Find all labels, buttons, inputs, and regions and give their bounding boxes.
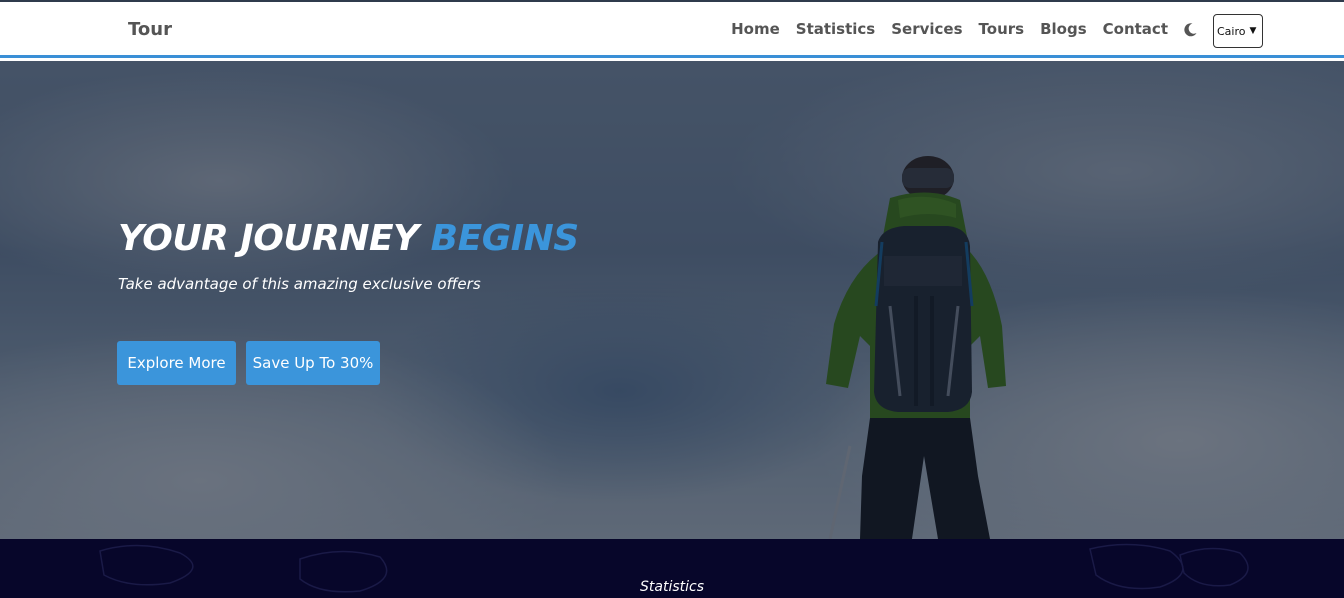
statistics-title: Statistics: [640, 579, 704, 595]
moon-icon[interactable]: [1182, 22, 1198, 38]
nav-home[interactable]: Home: [731, 20, 780, 38]
hero-title: YOUR JOURNEY BEGINS: [118, 218, 579, 259]
save-offer-button[interactable]: Save Up To 30%: [246, 341, 380, 385]
hero-title-accent: BEGINS: [430, 218, 580, 259]
city-select[interactable]: Cairo ▼: [1213, 14, 1263, 48]
nav-tours[interactable]: Tours: [979, 20, 1025, 38]
brand-logo[interactable]: Tour: [128, 19, 172, 40]
statistics-section: Statistics: [0, 539, 1344, 598]
nav-services[interactable]: Services: [891, 20, 962, 38]
city-select-value: Cairo: [1217, 24, 1246, 38]
hero-subtitle: Take advantage of this amazing exclusive…: [118, 275, 481, 293]
hero-title-main: YOUR JOURNEY: [118, 218, 431, 259]
main-nav: Home Statistics Services Tours Blogs Con…: [731, 20, 1168, 38]
hero-section: YOUR JOURNEY BEGINS Take advantage of th…: [0, 61, 1344, 539]
chevron-down-icon: ▼: [1249, 26, 1257, 36]
navbar: Tour Home Statistics Services Tours Blog…: [0, 2, 1344, 58]
nav-contact[interactable]: Contact: [1103, 20, 1168, 38]
hero-overlay: [0, 61, 1344, 539]
nav-statistics[interactable]: Statistics: [796, 20, 875, 38]
nav-blogs[interactable]: Blogs: [1040, 20, 1087, 38]
explore-more-button[interactable]: Explore More: [117, 341, 236, 385]
